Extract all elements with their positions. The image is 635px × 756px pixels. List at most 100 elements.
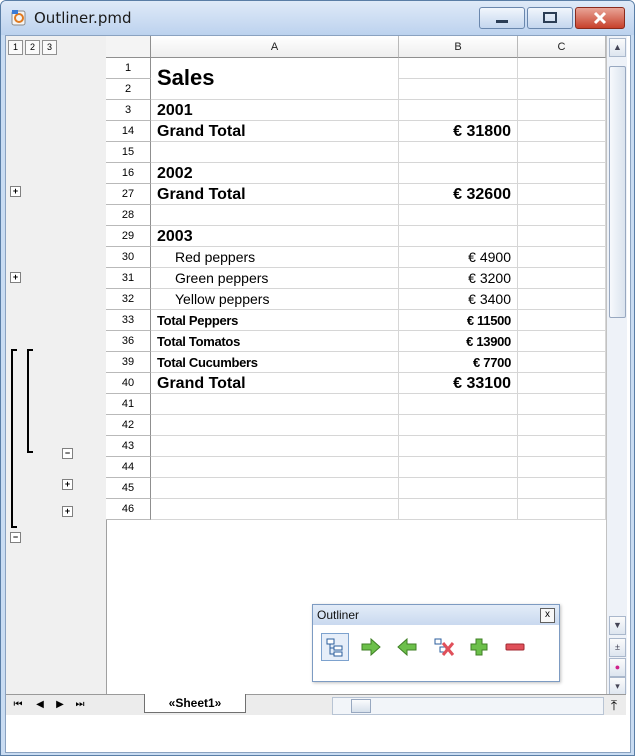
cell-a[interactable] xyxy=(151,499,399,520)
outline-level-1-button[interactable]: 1 xyxy=(8,40,23,55)
cell-c[interactable] xyxy=(518,163,606,184)
cell-b[interactable] xyxy=(399,436,518,457)
prev-sheet-button[interactable]: ◀ xyxy=(32,697,48,713)
cell-a[interactable] xyxy=(151,142,399,163)
cell-b[interactable]: € 3200 xyxy=(399,268,518,289)
last-sheet-button[interactable]: ⏭ xyxy=(72,697,88,713)
vertical-scroll-thumb[interactable] xyxy=(609,66,626,318)
row-header[interactable]: 33 xyxy=(106,310,151,331)
cell-c[interactable] xyxy=(518,58,606,79)
first-sheet-button[interactable]: ⏮ xyxy=(10,697,26,713)
cell-a[interactable]: Grand Total xyxy=(151,373,399,394)
cell-c[interactable] xyxy=(518,415,606,436)
cell-c[interactable] xyxy=(518,247,606,268)
cell-c[interactable] xyxy=(518,100,606,121)
row-header[interactable]: 45 xyxy=(106,478,151,499)
row-header[interactable]: 43 xyxy=(106,436,151,457)
row-header[interactable]: 40 xyxy=(106,373,151,394)
row-header[interactable]: 29 xyxy=(106,226,151,247)
cell-c[interactable] xyxy=(518,289,606,310)
cell-b[interactable] xyxy=(399,163,518,184)
row-header[interactable]: 41 xyxy=(106,394,151,415)
hide-detail-button[interactable] xyxy=(501,633,529,661)
outliner-toolbar-title[interactable]: Outliner xyxy=(313,605,559,625)
cell-b[interactable]: € 11500 xyxy=(399,310,518,331)
cell-c[interactable] xyxy=(518,268,606,289)
outline-structure-button[interactable] xyxy=(321,633,349,661)
minimize-button[interactable] xyxy=(479,7,525,29)
cell-b[interactable] xyxy=(399,100,518,121)
cell-b[interactable] xyxy=(399,226,518,247)
maximize-button[interactable] xyxy=(527,7,573,29)
cell-a[interactable] xyxy=(151,394,399,415)
cell-c[interactable] xyxy=(518,499,606,520)
cell-b[interactable]: € 33100 xyxy=(399,373,518,394)
sheet-tab[interactable]: «Sheet1» xyxy=(144,694,246,713)
cell-a[interactable]: 2002 xyxy=(151,163,399,184)
cell-c[interactable] xyxy=(518,226,606,247)
row-header[interactable]: 32 xyxy=(106,289,151,310)
row-header[interactable]: 3 xyxy=(106,100,151,121)
horizontal-scrollbar[interactable] xyxy=(332,697,604,715)
row-header[interactable]: 31 xyxy=(106,268,151,289)
cell-b[interactable] xyxy=(399,499,518,520)
cell-b[interactable] xyxy=(399,142,518,163)
row-header[interactable]: 15 xyxy=(106,142,151,163)
promote-button[interactable] xyxy=(393,633,421,661)
cell-b[interactable] xyxy=(399,58,518,79)
cell-b[interactable]: € 13900 xyxy=(399,331,518,352)
column-header-c[interactable]: C xyxy=(518,36,606,58)
cell-a[interactable] xyxy=(151,205,399,226)
cell-c[interactable] xyxy=(518,121,606,142)
prev-page-button[interactable]: ± xyxy=(609,638,626,657)
close-button[interactable] xyxy=(575,7,625,29)
cell-b[interactable]: € 7700 xyxy=(399,352,518,373)
cell-c[interactable] xyxy=(518,331,606,352)
cell-b[interactable] xyxy=(399,79,518,100)
cell-c[interactable] xyxy=(518,436,606,457)
row-header[interactable]: 44 xyxy=(106,457,151,478)
cell-a[interactable]: Grand Total xyxy=(151,184,399,205)
outline-expand-button[interactable]: + xyxy=(10,272,21,283)
cell-a[interactable]: Grand Total xyxy=(151,121,399,142)
cell-a[interactable]: Yellow peppers xyxy=(151,289,399,310)
horizontal-scroll-thumb[interactable] xyxy=(351,699,371,713)
cell-c[interactable] xyxy=(518,184,606,205)
title-bar[interactable]: Outliner.pmd xyxy=(1,1,634,35)
cell-b[interactable]: € 4900 xyxy=(399,247,518,268)
cell-c[interactable] xyxy=(518,79,606,100)
row-header[interactable]: 36 xyxy=(106,331,151,352)
outline-expand-button[interactable]: + xyxy=(10,186,21,197)
row-header[interactable]: 27 xyxy=(106,184,151,205)
cell-a[interactable]: 2003 xyxy=(151,226,399,247)
cell-a[interactable]: 2001 xyxy=(151,100,399,121)
cell-c[interactable] xyxy=(518,352,606,373)
outline-collapse-button[interactable]: − xyxy=(62,448,73,459)
outline-level-3-button[interactable]: 3 xyxy=(42,40,57,55)
cell-b[interactable] xyxy=(399,457,518,478)
cell-a[interactable] xyxy=(151,478,399,499)
outline-expand-button[interactable]: + xyxy=(62,479,73,490)
split-button[interactable]: ⤒ xyxy=(606,697,622,713)
cell-b[interactable] xyxy=(399,415,518,436)
cell-c[interactable] xyxy=(518,142,606,163)
column-header-a[interactable]: A xyxy=(151,36,399,58)
cell-a[interactable] xyxy=(151,415,399,436)
cell-c[interactable] xyxy=(518,310,606,331)
row-header[interactable]: 42 xyxy=(106,415,151,436)
scroll-up-button[interactable]: ▲ xyxy=(609,38,626,57)
demote-button[interactable] xyxy=(357,633,385,661)
show-detail-button[interactable] xyxy=(465,633,493,661)
cell-b[interactable] xyxy=(399,205,518,226)
outline-expand-button[interactable]: + xyxy=(62,506,73,517)
cell-c[interactable] xyxy=(518,394,606,415)
row-header[interactable]: 39 xyxy=(106,352,151,373)
vertical-scrollbar[interactable]: ▲ ▼ ± ● ▾ xyxy=(606,36,627,696)
cell-c[interactable] xyxy=(518,205,606,226)
row-header[interactable]: 30 xyxy=(106,247,151,268)
outline-collapse-button[interactable]: − xyxy=(10,532,21,543)
select-all-corner[interactable] xyxy=(106,36,151,58)
row-header[interactable]: 1 xyxy=(106,58,151,79)
row-header[interactable]: 46 xyxy=(106,499,151,520)
cell-c[interactable] xyxy=(518,373,606,394)
